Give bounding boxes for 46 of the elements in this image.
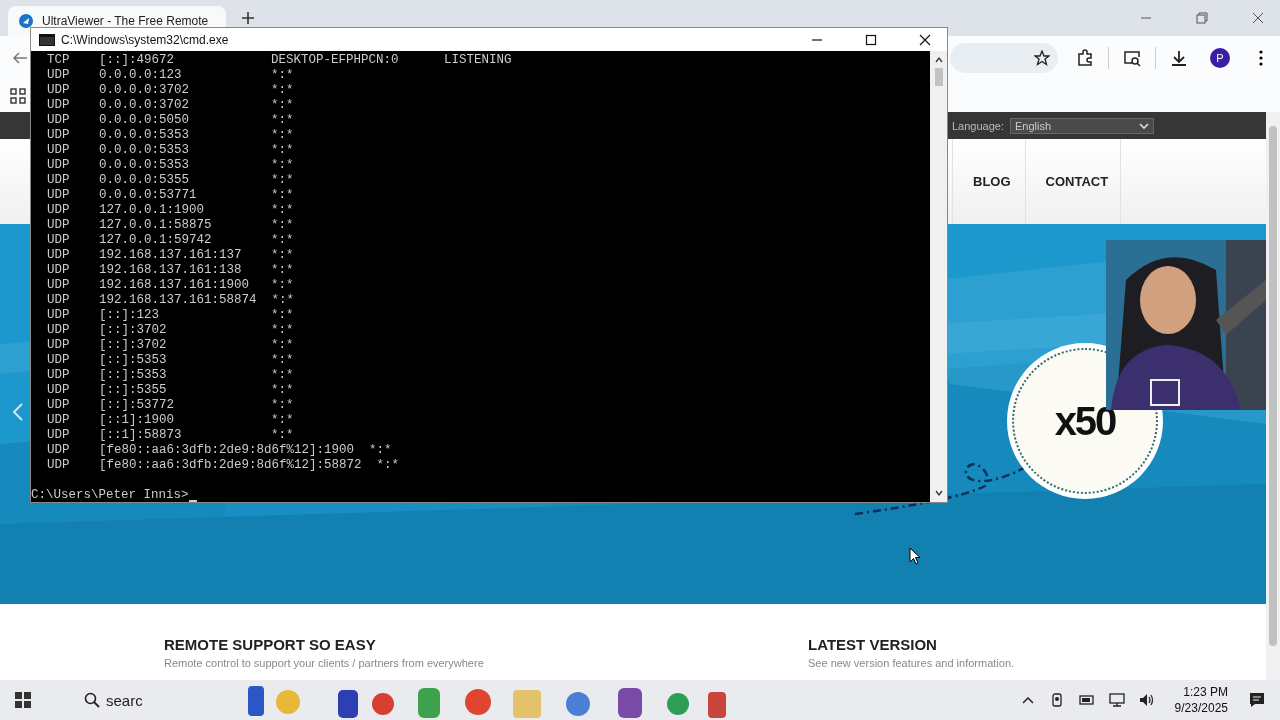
protocol-text: UDP bbox=[47, 158, 71, 173]
local-address-text: 0.0.0.0:123 bbox=[99, 68, 183, 83]
local-address-text: 0.0.0.0:3702 bbox=[99, 98, 190, 113]
tab-title: UltraViewer - The Free Remote bbox=[42, 14, 209, 28]
language-select[interactable]: English bbox=[1010, 117, 1154, 134]
date: 9/23/2025 bbox=[1174, 701, 1228, 715]
search-field[interactable]: searc bbox=[46, 685, 234, 715]
section-title: REMOTE SUPPORT SO EASY bbox=[164, 636, 377, 653]
foreign-address-text: *:* bbox=[271, 143, 295, 158]
local-address-text: 0.0.0.0:5355 bbox=[99, 173, 190, 188]
local-address-text: 127.0.0.1:1900 bbox=[99, 203, 206, 218]
protocol-text: UDP bbox=[47, 173, 71, 188]
profile-avatar[interactable]: P bbox=[1210, 48, 1230, 68]
protocol-text: UDP bbox=[47, 83, 71, 98]
foreign-address-text: *:* bbox=[271, 98, 295, 113]
local-address-text: 0.0.0.0:5353 bbox=[99, 128, 190, 143]
foreign-address-text: *:* bbox=[271, 188, 295, 203]
protocol-text: UDP bbox=[47, 143, 71, 158]
foreign-address-text: *:* bbox=[271, 68, 295, 83]
foreign-address-text: *:* bbox=[271, 128, 295, 143]
time: 1:23 PM bbox=[1183, 685, 1228, 699]
foreign-address-text: DESKTOP-EFPHPCN:0 bbox=[271, 53, 400, 68]
protocol-text: UDP bbox=[47, 68, 71, 83]
local-address-text: 0.0.0.0:5353 bbox=[99, 143, 190, 158]
local-address-text: [::]:49672 bbox=[99, 53, 175, 68]
language-label: Language: bbox=[952, 119, 1004, 132]
local-address-text: 0.0.0.0:3702 bbox=[99, 83, 190, 98]
local-address-text: 0.0.0.0:53771 bbox=[99, 188, 198, 203]
local-address-text: 0.0.0.0:5353 bbox=[99, 158, 190, 173]
section-text: Remote control to support your clients / partners from everywhere bbox=[164, 657, 485, 669]
protocol-text: UDP bbox=[47, 128, 71, 143]
local-address-text: 0.0.0.0:5050 bbox=[99, 113, 190, 128]
foreign-address-text: *:* bbox=[271, 203, 295, 218]
protocol-text: UDP bbox=[47, 188, 71, 203]
foreign-address-text: *:* bbox=[271, 173, 295, 188]
protocol-text: TCP bbox=[47, 53, 71, 68]
protocol-text: UDP bbox=[47, 203, 71, 218]
foreign-address-text: *:* bbox=[271, 113, 295, 128]
foreign-address-text: *:* bbox=[271, 158, 295, 173]
state-text: LISTENING bbox=[444, 53, 512, 68]
foreign-address-text: *:* bbox=[271, 83, 295, 98]
section-title: LATEST VERSION bbox=[808, 636, 938, 653]
protocol-text: UDP bbox=[47, 98, 71, 113]
protocol-text: UDP bbox=[47, 113, 71, 128]
clock[interactable]: 1:23 PM 9/23/2025 bbox=[1168, 685, 1234, 715]
section-text: See new version features and information. bbox=[808, 657, 1016, 669]
